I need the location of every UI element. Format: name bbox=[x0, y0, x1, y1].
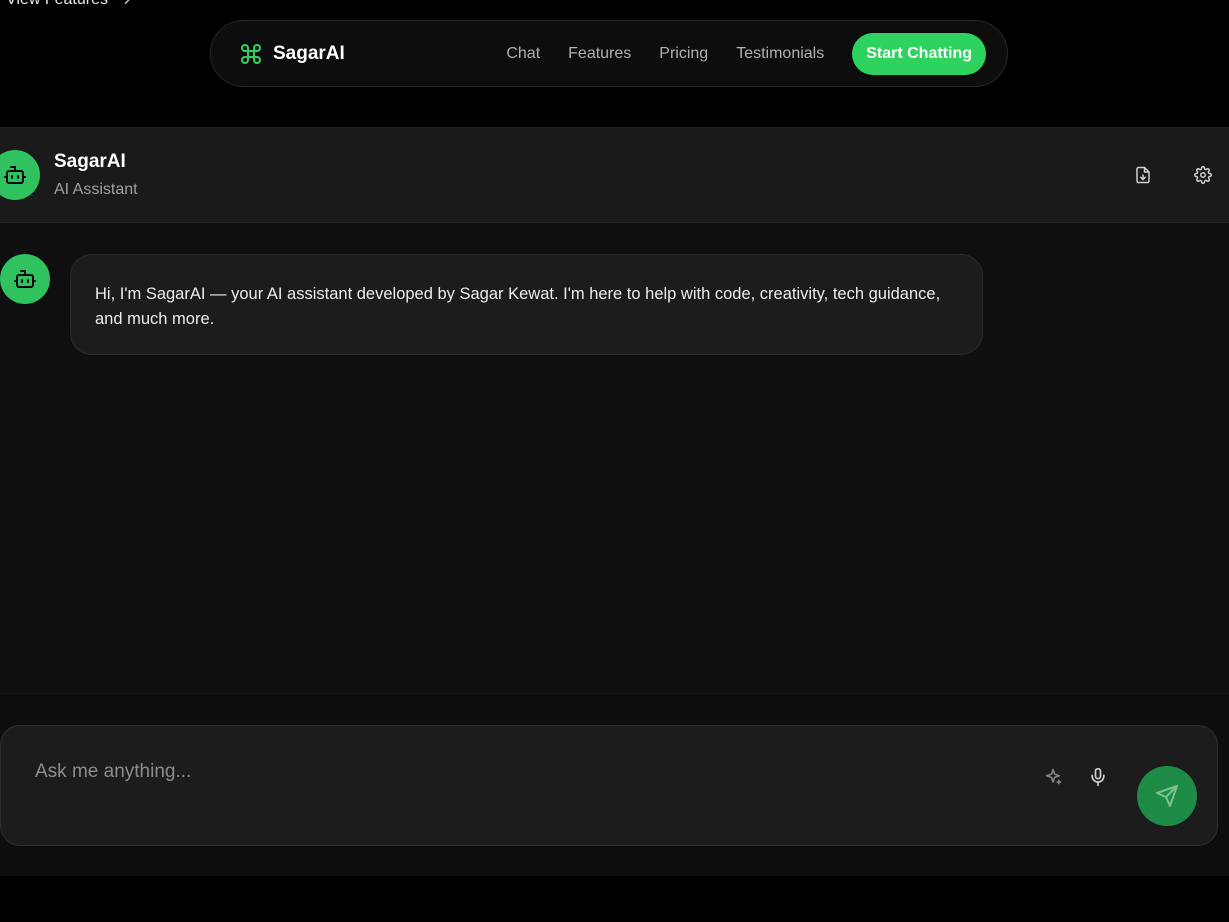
enhance-prompt-button[interactable] bbox=[1041, 765, 1065, 789]
bot-icon bbox=[4, 166, 26, 184]
send-button[interactable] bbox=[1137, 766, 1197, 826]
view-features-label: View Features bbox=[6, 0, 108, 9]
assistant-avatar bbox=[0, 150, 40, 200]
brand-name: SagarAI bbox=[273, 42, 345, 64]
chat-panel: SagarAI AI Assistant Hi, I'm SagarAI — y… bbox=[0, 127, 1229, 876]
nav-links: Chat Features Pricing Testimonials Start… bbox=[506, 32, 986, 75]
settings-button[interactable] bbox=[1192, 164, 1214, 186]
navbar: SagarAI Chat Features Pricing Testimonia… bbox=[210, 20, 1008, 87]
nav-link-features[interactable]: Features bbox=[568, 45, 631, 63]
microphone-icon bbox=[1091, 767, 1105, 787]
chevron-right-icon bbox=[124, 0, 130, 5]
nav-link-testimonials[interactable]: Testimonials bbox=[736, 45, 824, 63]
nav-link-chat[interactable]: Chat bbox=[506, 45, 540, 63]
bot-icon bbox=[14, 270, 36, 288]
assistant-message: Hi, I'm SagarAI — your AI assistant deve… bbox=[70, 254, 983, 355]
gear-icon bbox=[1194, 166, 1212, 184]
chat-subtitle: AI Assistant bbox=[54, 181, 138, 198]
message-avatar bbox=[0, 254, 50, 304]
command-icon bbox=[241, 43, 261, 64]
export-chat-button[interactable] bbox=[1132, 164, 1154, 186]
input-box bbox=[0, 725, 1218, 846]
input-area bbox=[0, 693, 1229, 876]
view-features-link[interactable]: View Features bbox=[6, 0, 134, 9]
chat-input[interactable] bbox=[35, 758, 995, 786]
sparkle-icon bbox=[1046, 768, 1062, 785]
start-chatting-button[interactable]: Start Chatting bbox=[852, 32, 986, 75]
voice-input-button[interactable] bbox=[1086, 765, 1110, 789]
export-icon bbox=[1136, 166, 1150, 184]
chat-header: SagarAI AI Assistant bbox=[0, 128, 1229, 223]
nav-link-pricing[interactable]: Pricing bbox=[659, 45, 708, 63]
brand[interactable]: SagarAI bbox=[239, 42, 345, 66]
chat-title: SagarAI bbox=[54, 151, 126, 172]
send-icon bbox=[1156, 785, 1178, 807]
